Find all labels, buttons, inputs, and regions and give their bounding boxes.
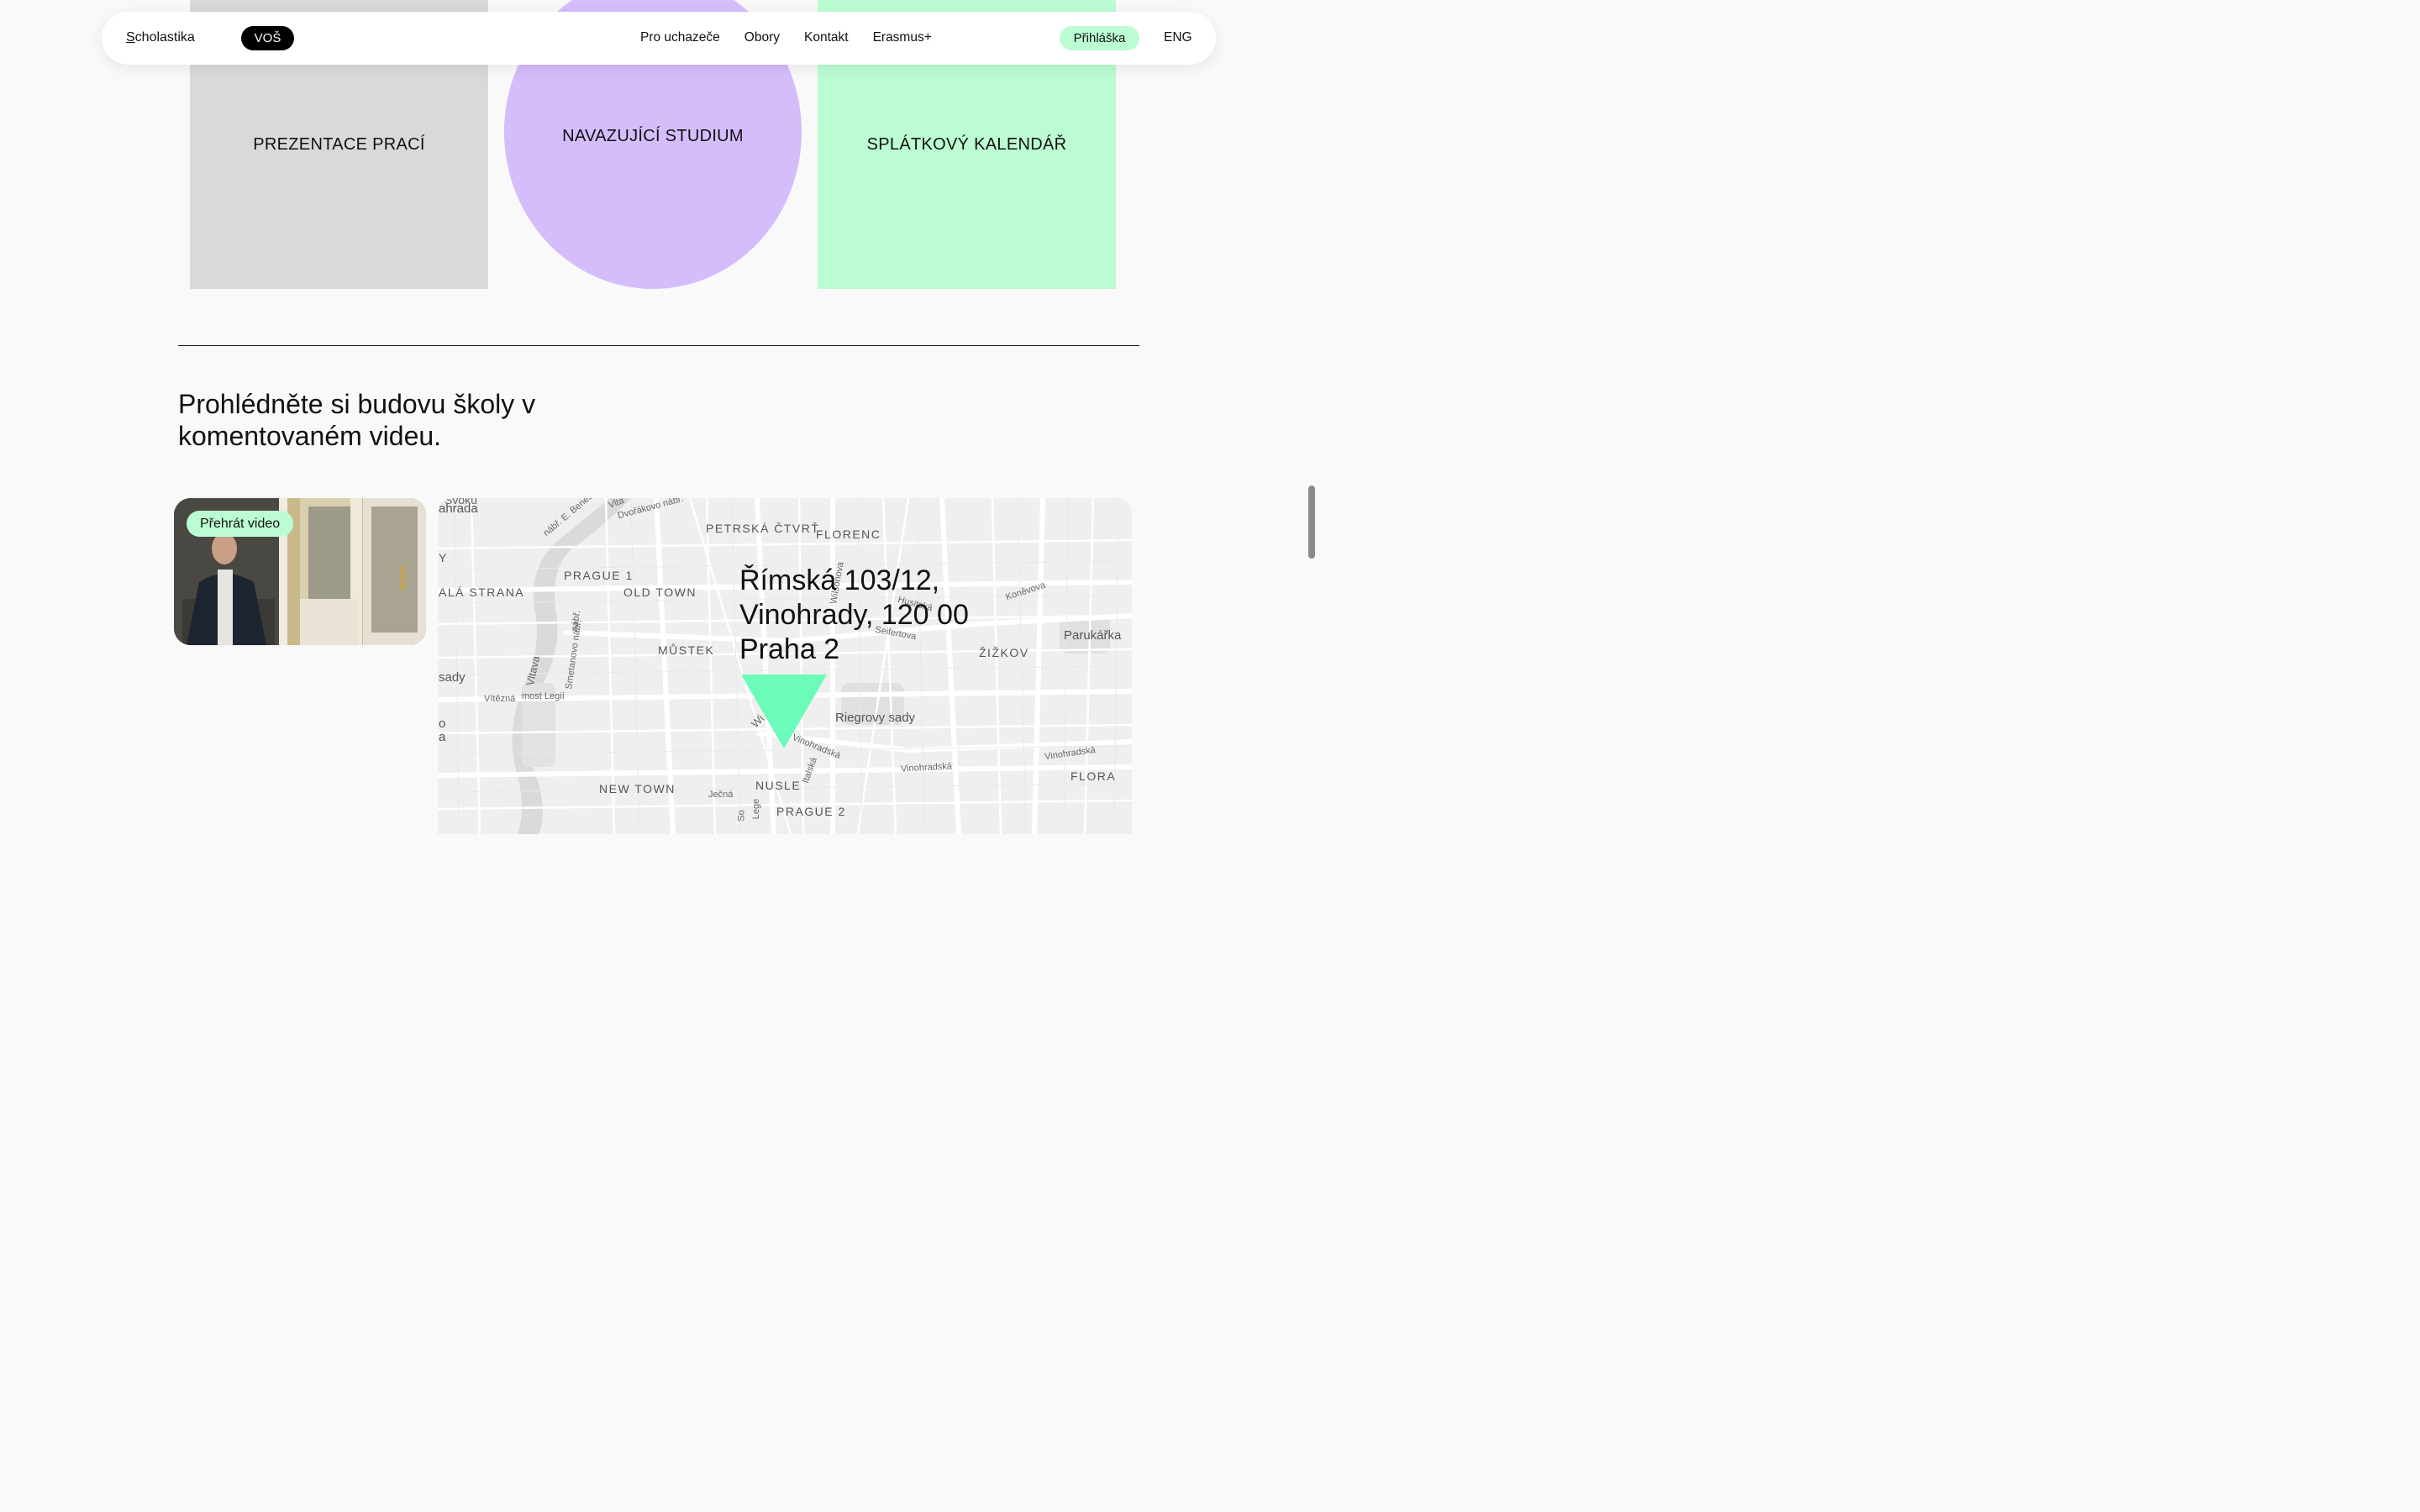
map-label-vitezna: Vítězná bbox=[484, 694, 516, 704]
apply-button[interactable]: Přihláška bbox=[1060, 26, 1139, 50]
map-label-jecna: Ječná bbox=[708, 790, 734, 800]
brand-rest: cholastika bbox=[134, 30, 195, 45]
map-label-riegrovy: Riegrovy sady bbox=[835, 711, 916, 725]
card-label: SPLÁTKOVÝ KALENDÁŘ bbox=[866, 134, 1067, 154]
map-label-flora: FLORA bbox=[1071, 769, 1117, 783]
address-line: Vinohrady, 120 00 bbox=[739, 599, 969, 631]
map-address: Římská 103/12, Vinohrady, 120 00 Praha 2 bbox=[739, 564, 969, 667]
address-line: Praha 2 bbox=[739, 633, 840, 665]
address-line: Římská 103/12, bbox=[739, 564, 940, 596]
map-label-florenc: FLORENC bbox=[816, 528, 881, 541]
brand-initial: S bbox=[126, 30, 135, 45]
map-label-mustek: MŮSTEK bbox=[658, 643, 715, 657]
map-label-zizkov: ŽIŽKOV bbox=[979, 646, 1029, 659]
location-marker-icon bbox=[741, 675, 827, 748]
map-label-svoku: Svoku bbox=[445, 498, 477, 507]
nav-link-kontakt[interactable]: Kontakt bbox=[804, 30, 849, 45]
map-label-petrska: PETRSKÁ ČTVRŤ bbox=[706, 522, 820, 535]
card-label: PREZENTACE PRACÍ bbox=[253, 134, 425, 154]
language-switch[interactable]: ENG bbox=[1164, 30, 1192, 45]
nav-link-erasmus[interactable]: Erasmus+ bbox=[873, 30, 932, 45]
map-label-so: So bbox=[736, 810, 747, 822]
section-heading: Prohlédněte si budovu školy v komentovan… bbox=[178, 389, 536, 451]
map-label-nusle: NUSLE bbox=[755, 779, 802, 792]
vos-toggle-button[interactable]: VOŠ bbox=[241, 26, 294, 50]
brand-link[interactable]: Scholastika bbox=[126, 30, 195, 45]
map-label-most-legii: most Legií bbox=[522, 691, 565, 701]
video-thumbnail[interactable]: Přehrát video bbox=[174, 498, 426, 645]
map-label-prague1: PRAGUE 1 bbox=[564, 569, 634, 582]
location-map[interactable]: PETRSKÁ ČTVRŤ FLORENC PRAGUE 1 OLD TOWN … bbox=[438, 498, 1132, 834]
map-label-old-town: OLD TOWN bbox=[623, 585, 697, 599]
nav-link-pro-uchazece[interactable]: Pro uchazeče bbox=[640, 30, 720, 45]
card-label: NAVAZUJÍCÍ STUDIUM bbox=[562, 126, 744, 145]
map-label-lege: Lege bbox=[751, 798, 762, 820]
top-navbar: Scholastika VOŠ Pro uchazeče Obory Konta… bbox=[102, 12, 1216, 65]
page-scrollbar[interactable] bbox=[1308, 486, 1315, 559]
map-label-sady: sady bbox=[439, 670, 466, 685]
map-label-new-town: NEW TOWN bbox=[599, 782, 676, 795]
nav-link-obory[interactable]: Obory bbox=[744, 30, 780, 45]
nav-links: Pro uchazeče Obory Kontakt Erasmus+ bbox=[640, 30, 956, 45]
map-label-a: a bbox=[439, 730, 446, 744]
map-label-o: o bbox=[439, 717, 446, 731]
map-label-parukarka: Parukářka bbox=[1064, 628, 1122, 643]
play-video-button[interactable]: Přehrát video bbox=[187, 511, 294, 537]
section-divider bbox=[178, 345, 1139, 346]
map-label-mala-strana: ALÁ STRANA bbox=[439, 585, 525, 599]
map-label-y: Y bbox=[439, 551, 448, 564]
map-label-prague2: PRAGUE 2 bbox=[776, 805, 846, 818]
